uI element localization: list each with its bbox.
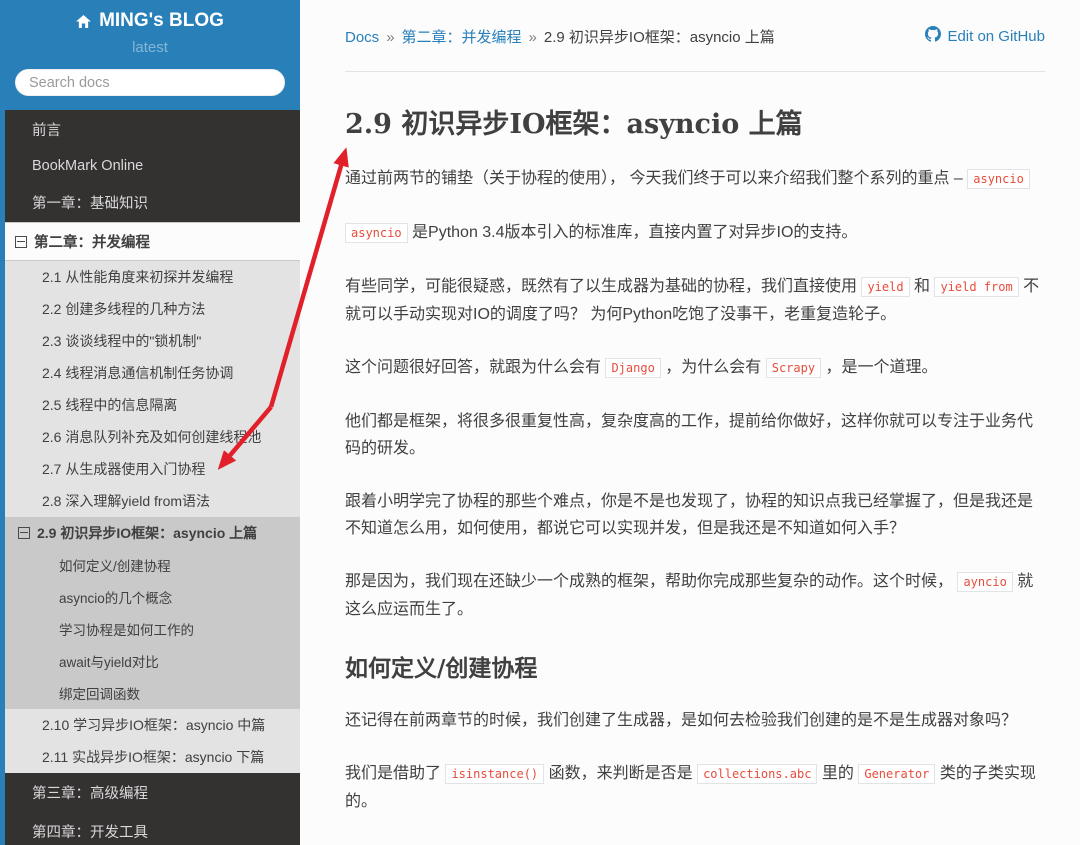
search-input[interactable] xyxy=(15,69,285,96)
inline-code: collections.abc xyxy=(697,764,818,784)
site-title-link[interactable]: MING's BLOG xyxy=(0,10,300,32)
breadcrumb: Docs » 第二章：并发编程 » 2.9 初识异步IO框架：asyncio 上… xyxy=(345,26,775,47)
edit-on-github-label: Edit on GitHub xyxy=(947,27,1045,45)
inline-code: Scrapy xyxy=(765,358,822,378)
minus-square-icon xyxy=(18,527,30,539)
text-segment: 跟着小明学完了协程的那些个难点，你是不是也发现了，协程的知识点我已经掌握了，但是… xyxy=(345,493,1034,537)
sidebar-item[interactable]: 2.8 深入理解yield from语法 xyxy=(5,485,300,517)
section-heading: 如何定义/创建协程 xyxy=(345,655,538,682)
sidebar-subitem[interactable]: await与yield对比 xyxy=(5,645,300,677)
sidebar-item[interactable]: 2.2 创建多线程的几种方法 xyxy=(5,293,300,325)
breadcrumb-current: 2.9 初识异步IO框架：asyncio 上篇 xyxy=(543,29,775,46)
sidebar-item-label: 2.9 初识异步IO框架：asyncio 上篇 xyxy=(37,525,258,541)
paragraph: 通过前两节的铺垫（关于协程的使用）， 今天我们终于可以来介绍我们整个系列的重点 … xyxy=(345,165,1045,193)
sidebar-current-section: 第二章：并发编程 2.1 从性能角度来初探并发编程 2.2 创建多线程的几种方法 2.… xyxy=(5,222,300,773)
inline-code: yield xyxy=(861,277,910,297)
paragraph: 那是因为，我们现在还缺少一个成熟的框架，帮助你完成那些复杂的动作。这个时候， a… xyxy=(345,568,1045,623)
inline-code: asyncio xyxy=(967,169,1030,189)
breadcrumb-separator: » xyxy=(528,29,537,46)
minus-square-icon xyxy=(15,235,27,248)
article-body: 通过前两节的铺垫（关于协程的使用）， 今天我们终于可以来介绍我们整个系列的重点 … xyxy=(345,165,1045,845)
github-icon xyxy=(925,26,942,46)
sidebar-item[interactable]: 2.7 从生成器使用入门协程 xyxy=(5,453,300,485)
inline-code: Generator xyxy=(858,764,936,784)
sidebar-subitem[interactable]: 绑定回调函数 xyxy=(5,677,300,709)
sidebar-item[interactable]: 第四章：开发工具 xyxy=(5,812,300,845)
sidebar-item[interactable]: 2.1 从性能角度来初探并发编程 xyxy=(5,261,300,293)
inline-code: yield from xyxy=(934,277,1019,297)
text-segment: 那是因为，我们现在还缺少一个成熟的框架，帮助你完成那些复杂的动作。这个时候， xyxy=(345,573,958,590)
page-title: 2.9 初识异步IO框架：asyncio 上篇 xyxy=(345,109,803,140)
inline-code: isinstance() xyxy=(445,764,545,784)
sidebar-item[interactable]: 2.3 谈谈线程中的"锁机制" xyxy=(5,325,300,357)
sidebar-item[interactable]: 2.10 学习异步IO框架：asyncio 中篇 xyxy=(5,709,300,741)
sidebar-item-current-page[interactable]: 2.9 初识异步IO框架：asyncio 上篇 xyxy=(5,517,300,549)
site-title: MING's BLOG xyxy=(99,10,224,31)
text-segment: 是Python 3.4版本引入的标准库，直接内置了对异步IO的支持。 xyxy=(407,224,858,241)
sidebar-item[interactable]: 2.5 线程中的信息隔离 xyxy=(5,389,300,421)
paragraph: 同样的方法，我们也可以用在这里。 xyxy=(345,841,1045,845)
text-segment: 我们是借助了 xyxy=(345,765,446,782)
page: MING's BLOG latest 前言BookMark Online第一章：… xyxy=(0,0,1080,845)
text-segment: 他们都是框架，将很多很重复性高，复杂度高的工作，提前给你做好，这样你就可以专注于… xyxy=(345,413,1034,457)
version-label: latest xyxy=(132,39,168,56)
text-segment: 通过前两节的铺垫（关于协程的使用）， 今天我们终于可以来介绍我们整个系列的重点 … xyxy=(345,170,968,187)
text-segment: 还记得在前两章节的时候，我们创建了生成器，是如何去检验我们创建的是不是生成器对象… xyxy=(345,712,1018,729)
sidebar-item[interactable]: 第一章：基础知识 xyxy=(5,183,300,222)
inline-code: Django xyxy=(605,358,661,378)
inline-code: ayncio xyxy=(957,572,1013,592)
sidebar-item-label: 第二章：并发编程 xyxy=(34,235,150,251)
sidebar-item[interactable]: BookMark Online xyxy=(5,149,300,183)
main-content: Docs » 第二章：并发编程 » 2.9 初识异步IO框架：asyncio 上… xyxy=(300,0,1080,845)
paragraph: 这个问题很好回答，就跟为什么会有 Django ，为什么会有 Scrapy ，是… xyxy=(345,354,1045,382)
text-segment: 这个问题很好回答，就跟为什么会有 xyxy=(345,359,606,376)
paragraph: asyncio 是Python 3.4版本引入的标准库，直接内置了对异步IO的支… xyxy=(345,219,1045,247)
breadcrumb-separator: » xyxy=(386,29,395,46)
sidebar-header: MING's BLOG latest xyxy=(0,0,300,110)
sidebar-nav: 前言 BookMark Online 第一章：基础知识第二章：并发编程 2.1 从性能… xyxy=(5,110,300,845)
home-icon xyxy=(76,14,91,28)
text-segment: 和 xyxy=(909,278,935,295)
sidebar-item-chapter2[interactable]: 第二章：并发编程 xyxy=(5,222,300,261)
sidebar-item[interactable]: 第三章：高级编程 xyxy=(5,773,300,812)
text-segment: 有些同学，可能很疑惑，既然有了以生成器为基础的协程，我们直接使用 xyxy=(345,278,862,295)
text-segment: 里的 xyxy=(817,765,859,782)
paragraph: 我们是借助了 isinstance() 函数，来判断是否是 collection… xyxy=(345,760,1045,815)
sidebar: MING's BLOG latest 前言BookMark Online第一章：… xyxy=(0,0,300,845)
paragraph: 跟着小明学完了协程的那些个难点，你是不是也发现了，协程的知识点我已经掌握了，但是… xyxy=(345,488,1045,542)
breadcrumb-divider xyxy=(345,71,1045,72)
sidebar-item[interactable]: 2.11 实战异步IO框架：asyncio 下篇 xyxy=(5,741,300,773)
edit-on-github-link[interactable]: Edit on GitHub xyxy=(925,26,1045,46)
text-segment: 函数，来判断是否是 xyxy=(544,765,698,782)
paragraph: 还记得在前两章节的时候，我们创建了生成器，是如何去检验我们创建的是不是生成器对象… xyxy=(345,707,1045,734)
inline-code: asyncio xyxy=(345,223,408,243)
sidebar-subitem[interactable]: 学习协程是如何工作的 xyxy=(5,613,300,645)
breadcrumb-chapter-link[interactable]: 第二章：并发编程 xyxy=(402,26,522,47)
paragraph: 有些同学，可能很疑惑，既然有了以生成器为基础的协程，我们直接使用 yield 和… xyxy=(345,273,1045,328)
sidebar-item[interactable]: 2.6 消息队列补充及如何创建线程池 xyxy=(5,421,300,453)
sidebar-item[interactable]: 前言 xyxy=(5,110,300,149)
text-segment: ，是一个道理。 xyxy=(821,359,938,376)
breadcrumb-docs-link[interactable]: Docs xyxy=(345,29,379,46)
sidebar-subitem[interactable]: 如何定义/创建协程 xyxy=(5,549,300,581)
text-segment: ，为什么会有 xyxy=(660,359,766,376)
sidebar-item[interactable]: 2.4 线程消息通信机制任务协调 xyxy=(5,357,300,389)
paragraph: 他们都是框架，将很多很重复性高，复杂度高的工作，提前给你做好，这样你就可以专注于… xyxy=(345,408,1045,462)
breadcrumb-row: Docs » 第二章：并发编程 » 2.9 初识异步IO框架：asyncio 上… xyxy=(345,26,1045,47)
sidebar-subitem[interactable]: asyncio的几个概念 xyxy=(5,581,300,613)
